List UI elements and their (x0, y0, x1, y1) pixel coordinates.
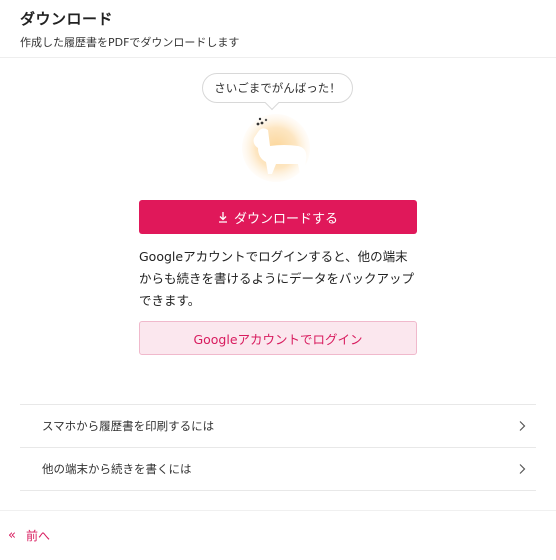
backup-info-text: Googleアカウントでログインすると、他の端末からも続きを書けるようにデータを… (139, 249, 415, 308)
help-link-continue-on-other-device[interactable]: 他の端末から続きを書くには (20, 448, 536, 491)
help-link-label: スマホから履歴書を印刷するには (42, 419, 215, 433)
chevron-right-icon (519, 421, 526, 431)
google-login-button[interactable]: Googleアカウントでログイン (139, 321, 417, 355)
page-title: ダウンロード (20, 10, 114, 28)
download-button-label: ダウンロードする (233, 211, 338, 227)
help-link-label: 他の端末から続きを書くには (42, 462, 192, 476)
help-links-list: スマホから履歴書を印刷するには 他の端末から続きを書くには (20, 404, 536, 491)
goat-mascot-illustration (242, 114, 310, 182)
help-link-print-from-phone[interactable]: スマホから履歴書を印刷するには (20, 405, 536, 448)
header-divider (0, 57, 556, 58)
page-subtitle: 作成した履歴書をPDFでダウンロードします (20, 36, 240, 49)
footer-divider (0, 510, 556, 511)
google-login-button-label: Googleアカウントでログイン (193, 331, 363, 347)
back-link-label: 前へ (25, 529, 50, 543)
page-header: ダウンロード 作成した履歴書をPDFでダウンロードします (20, 9, 239, 51)
speech-bubble: さいごまでがんばった！ (202, 73, 353, 103)
back-link[interactable]: « 前へ (8, 527, 50, 544)
chevron-right-icon (519, 464, 526, 474)
download-icon (218, 212, 227, 223)
double-chevron-left-icon: « (8, 528, 16, 543)
download-button[interactable]: ダウンロードする (139, 200, 417, 234)
